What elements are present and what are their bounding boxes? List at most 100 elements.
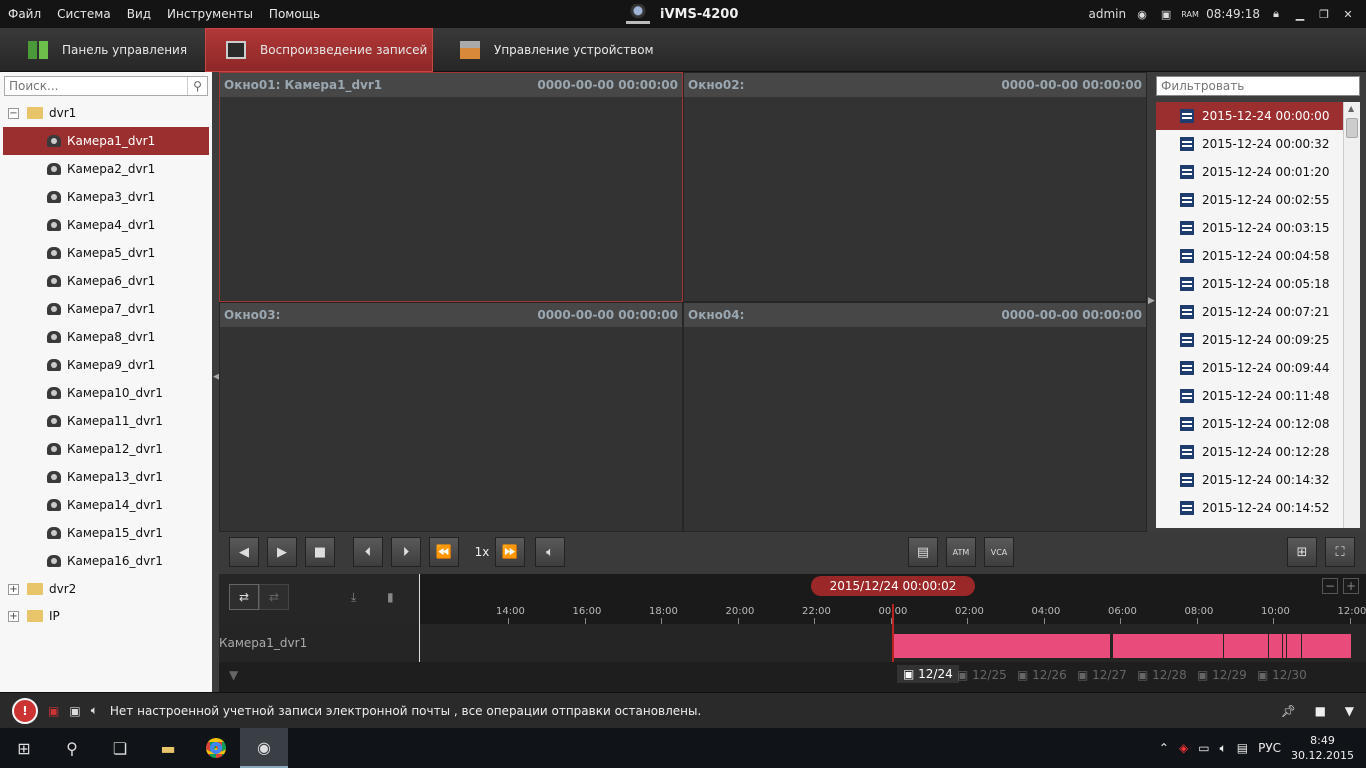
file-explorer-icon[interactable]: ▬ [144, 728, 192, 768]
camera-item[interactable]: Камера1_dvr1 [3, 127, 209, 155]
record-item[interactable]: 2015-12-24 00:05:18 [1156, 270, 1343, 298]
scroll-thumb[interactable] [1346, 118, 1358, 138]
video-window-2[interactable]: Окно02: 0000-00-00 00:00:00 [683, 72, 1147, 302]
record-item[interactable]: 2015-12-24 00:04:58 [1156, 242, 1343, 270]
fullscreen-icon[interactable]: ⛶ [1325, 537, 1355, 567]
maximize-panel-icon[interactable]: ■ [1315, 704, 1326, 718]
expand-icon[interactable]: + [8, 583, 19, 595]
tab-control-panel[interactable]: Панель управления [28, 28, 202, 72]
filter-input[interactable]: Фильтровать [1156, 76, 1360, 96]
menu-tools[interactable]: Инструменты [159, 0, 261, 28]
day-item[interactable]: ▣ 12/24 [897, 665, 959, 683]
camera-item[interactable]: Камера4_dvr1 [0, 211, 212, 239]
record-search-icon[interactable]: ▤ [908, 537, 938, 567]
scroll-up-icon[interactable]: ▲ [1348, 104, 1354, 113]
download-icon[interactable]: ⤓ [351, 590, 356, 605]
vca-icon[interactable]: VCA [984, 537, 1014, 567]
day-item[interactable]: ▣ 12/26 [1017, 668, 1067, 682]
globe-icon[interactable]: ◉ [1134, 7, 1150, 21]
recording-segment[interactable] [1283, 634, 1286, 658]
camera-item[interactable]: Камера6_dvr1 [0, 267, 212, 295]
record-item[interactable]: 2015-12-24 00:11:48 [1156, 382, 1343, 410]
video-window-1[interactable]: Окно01: Камера1_dvr1 0000-00-00 00:00:00 [219, 72, 683, 302]
record-scrollbar[interactable]: ▲ [1343, 102, 1360, 528]
record-item[interactable]: 2015-12-24 00:14:52 [1156, 494, 1343, 522]
cpu-icon[interactable]: ▣ [1158, 7, 1174, 21]
recording-segment[interactable] [1287, 634, 1301, 658]
record-item[interactable]: 2015-12-24 00:07:21 [1156, 298, 1343, 326]
chevron-up-icon[interactable]: ⌃ [1159, 741, 1169, 755]
camera-item[interactable]: Камера12_dvr1 [0, 435, 212, 463]
search-icon[interactable]: ⚲ [187, 77, 207, 95]
ivms-taskbar-icon[interactable]: ◉ [240, 728, 288, 768]
minimize-icon[interactable]: ▁ [1292, 7, 1308, 21]
window-layout-icon[interactable]: ⊞ [1287, 537, 1317, 567]
menu-file[interactable]: Файл [0, 0, 49, 28]
camera-item[interactable]: Камера15_dvr1 [0, 519, 212, 547]
timeline-zoom-out-icon[interactable]: − [1322, 578, 1338, 594]
tree-group-dvr1[interactable]: − dvr1 [0, 99, 212, 127]
task-view-icon[interactable]: ❏ [96, 728, 144, 768]
camera-item[interactable]: Камера7_dvr1 [0, 295, 212, 323]
recording-segment[interactable] [1224, 634, 1268, 658]
panel-splitter[interactable]: ◀ [212, 72, 220, 692]
fast-button[interactable]: ⏩ [495, 537, 525, 567]
expand-icon[interactable]: + [8, 610, 19, 622]
search-input[interactable] [5, 77, 185, 95]
restore-icon[interactable]: ❐ [1316, 7, 1332, 21]
search-icon[interactable]: ⚲ [48, 728, 96, 768]
camera-item[interactable]: Камера14_dvr1 [0, 491, 212, 519]
record-item[interactable]: 2015-12-24 00:03:15 [1156, 214, 1343, 242]
timeline-sync-icon[interactable]: ⇄ [229, 584, 259, 610]
record-item[interactable]: 2015-12-24 00:01:20 [1156, 158, 1343, 186]
day-item[interactable]: ▣ 12/27 [1077, 668, 1127, 682]
day-item[interactable]: ▣ 12/25 [957, 668, 1007, 682]
collapse-panel-icon[interactable]: ▼ [1345, 704, 1354, 718]
record-item[interactable]: 2015-12-24 00:09:44 [1156, 354, 1343, 382]
event-icon[interactable]: ▣ [69, 704, 80, 718]
frame-forward-button[interactable]: ⏵ [391, 537, 421, 567]
ram-icon[interactable]: RAM [1181, 7, 1199, 21]
camera-item[interactable]: Камера9_dvr1 [0, 351, 212, 379]
play-button[interactable]: ▶ [267, 537, 297, 567]
bookmark-icon[interactable]: ▮ [387, 590, 394, 604]
volume-button[interactable]: 🔈︎ [535, 537, 565, 567]
camera-item[interactable]: Камера3_dvr1 [0, 183, 212, 211]
record-item[interactable]: 2015-12-24 00:14:32 [1156, 466, 1343, 494]
pin-icon[interactable]: 📌︎ [1281, 704, 1296, 718]
recording-segment[interactable] [1302, 634, 1351, 658]
timeline-cursor[interactable] [892, 604, 894, 662]
record-item[interactable]: 2015-12-24 00:00:32 [1156, 130, 1343, 158]
record-item[interactable]: 2015-12-24 00:02:55 [1156, 186, 1343, 214]
chrome-icon[interactable] [192, 728, 240, 768]
lock-icon[interactable]: 🔒︎ [1268, 7, 1284, 21]
app-tray-icon[interactable]: ◈ [1179, 741, 1188, 755]
record-item[interactable]: 2015-12-24 00:00:00 [1156, 102, 1343, 130]
video-window-3[interactable]: Окно03: 0000-00-00 00:00:00 [219, 302, 683, 532]
tab-playback[interactable]: Воспроизведение записей [205, 28, 433, 72]
timeline-track[interactable]: Камера1_dvr1 [219, 624, 1366, 662]
battery-icon[interactable]: ▭ [1198, 741, 1209, 755]
camera-item[interactable]: Камера16_dvr1 [0, 547, 212, 575]
sound-off-icon[interactable]: 🔈︎ [91, 703, 98, 718]
close-icon[interactable]: ✕ [1340, 7, 1356, 21]
day-item[interactable]: ▣ 12/29 [1197, 668, 1247, 682]
volume-icon[interactable]: 🔈︎ [1220, 741, 1227, 756]
taskbar-clock[interactable]: 8:49 30.12.2015 [1291, 733, 1354, 763]
camera-item[interactable]: Камера10_dvr1 [0, 379, 212, 407]
camera-item[interactable]: Камера5_dvr1 [0, 239, 212, 267]
camera-item[interactable]: Камера2_dvr1 [0, 155, 212, 183]
slow-button[interactable]: ⏪ [429, 537, 459, 567]
reverse-play-button[interactable]: ◀ [229, 537, 259, 567]
video-window-4[interactable]: Окно04: 0000-00-00 00:00:00 [683, 302, 1147, 532]
record-item[interactable]: 2015-12-24 00:12:08 [1156, 410, 1343, 438]
language-indicator[interactable]: РУС [1258, 741, 1281, 755]
menu-help[interactable]: Помощь [261, 0, 328, 28]
menu-system[interactable]: Система [49, 0, 119, 28]
camera-item[interactable]: Камера8_dvr1 [0, 323, 212, 351]
timeline-async-icon[interactable]: ⇄ [259, 584, 289, 610]
alarm-icon[interactable]: ▣ [48, 704, 59, 718]
recording-segment[interactable] [893, 634, 1110, 658]
notification-icon[interactable]: ▤ [1237, 741, 1248, 755]
menu-view[interactable]: Вид [119, 0, 159, 28]
